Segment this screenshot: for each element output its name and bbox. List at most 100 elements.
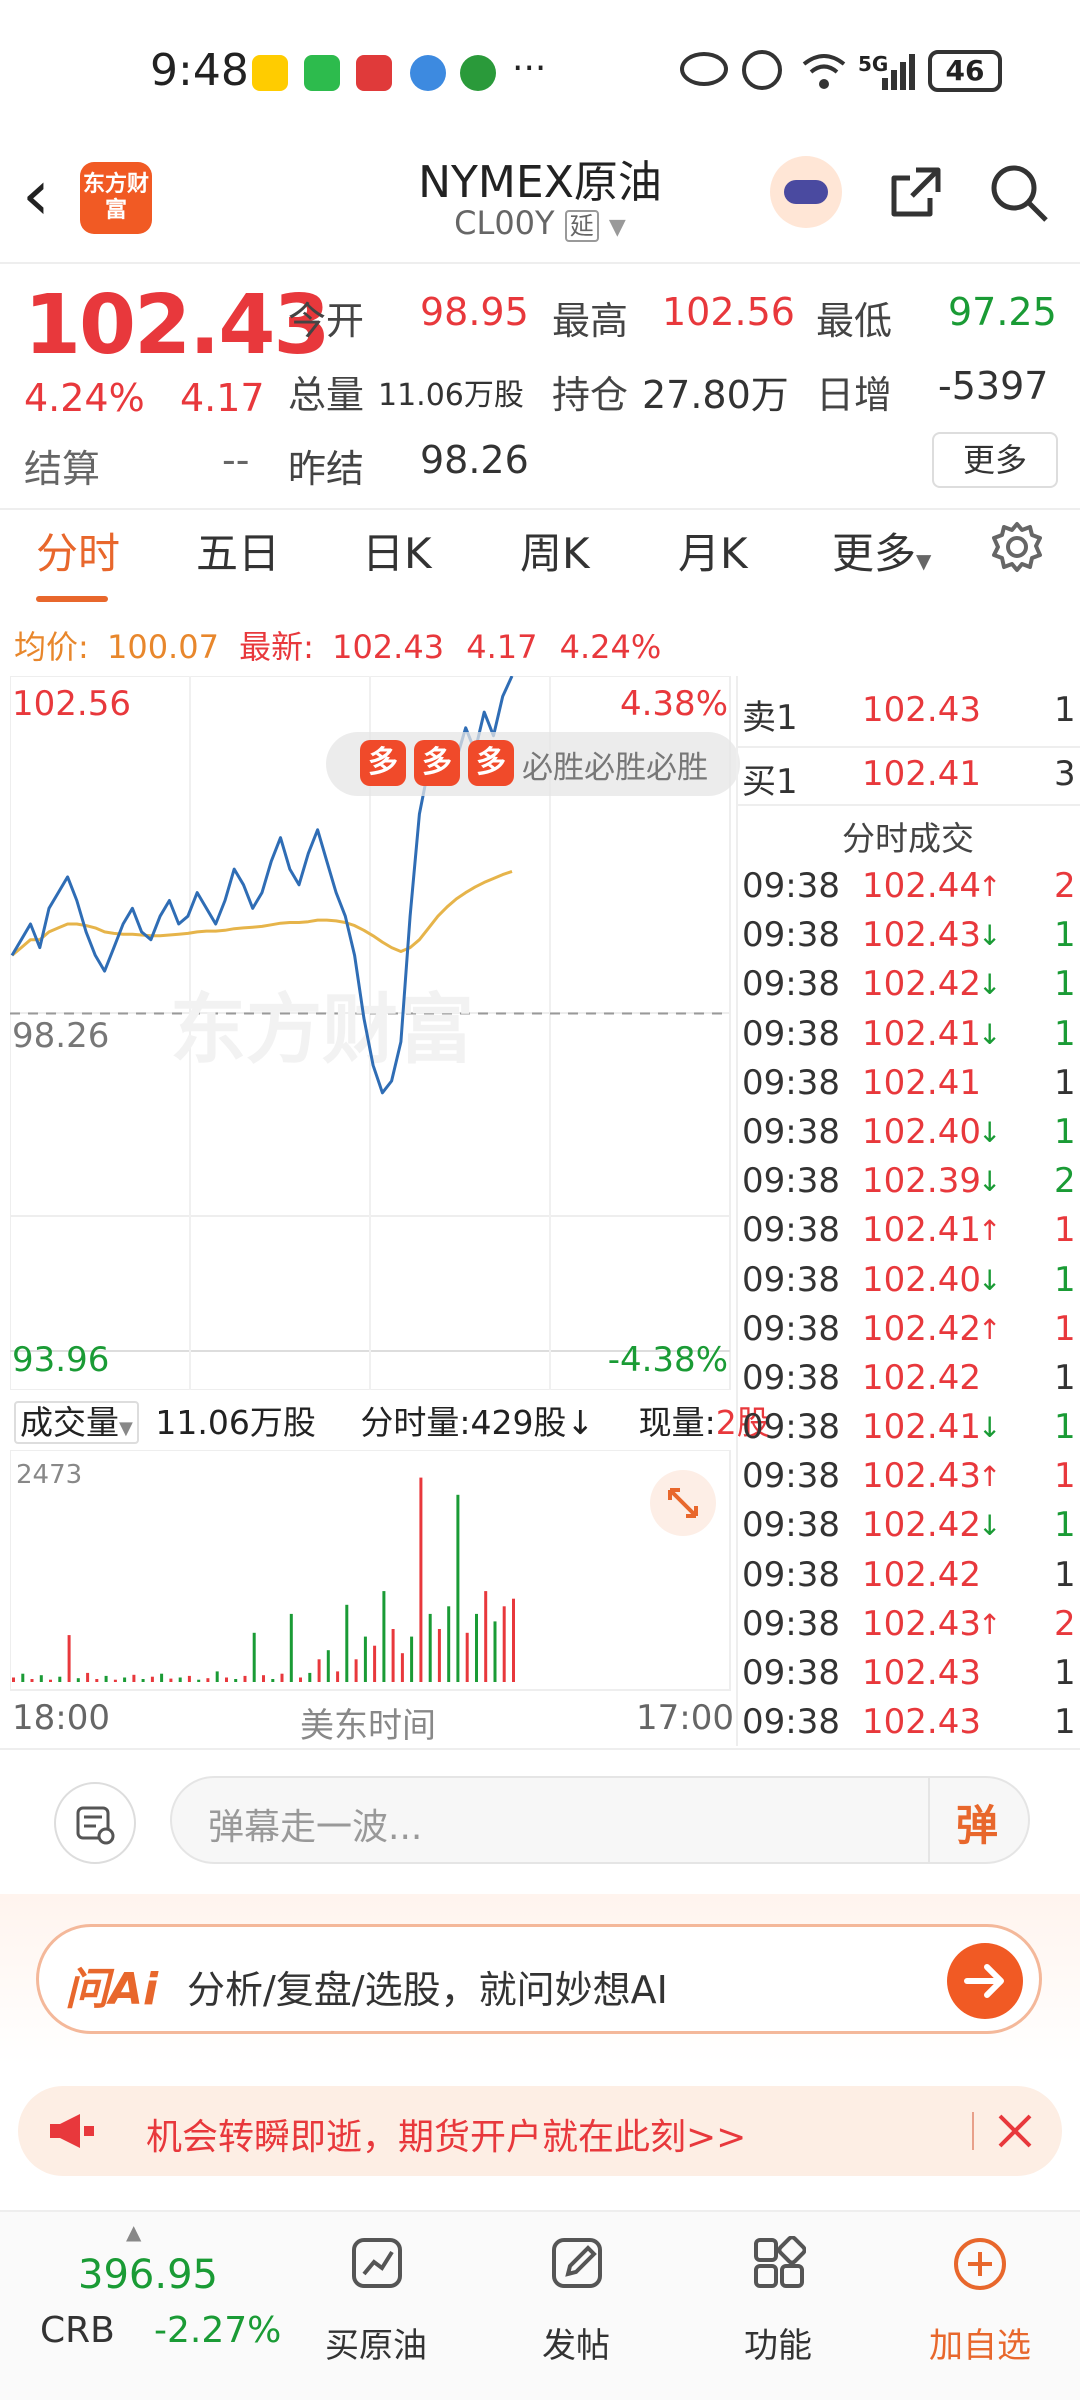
volume-bar bbox=[512, 1598, 515, 1682]
volume-frame bbox=[9, 1449, 731, 1691]
tab-more[interactable]: 更多▼ bbox=[832, 520, 931, 581]
game-icon bbox=[460, 55, 496, 91]
arrow-right-icon[interactable] bbox=[947, 1943, 1023, 2019]
daily-increase-value: -5397 bbox=[938, 364, 1049, 408]
expand-icon[interactable] bbox=[650, 1470, 716, 1536]
volume-bar bbox=[336, 1671, 340, 1682]
trade-time: 09:38 bbox=[742, 1161, 840, 1202]
arrow-down-icon: ↓ bbox=[978, 1017, 1002, 1051]
crb-index-value[interactable]: 396.95 bbox=[78, 2252, 218, 2298]
latest-price-value: 102.43 bbox=[332, 628, 445, 666]
post-edit-icon[interactable] bbox=[550, 2236, 604, 2290]
divider bbox=[0, 508, 1080, 510]
x-start-label: 18:00 bbox=[12, 1698, 110, 1738]
danmu-send-button[interactable]: 弹 bbox=[956, 1792, 998, 1853]
ai-assistant-avatar-icon[interactable] bbox=[770, 156, 842, 228]
trade-qty: 1 bbox=[1054, 1653, 1076, 1693]
battery-indicator: 46 bbox=[928, 50, 1002, 92]
volume-max-label: 2473 bbox=[16, 1460, 83, 1490]
nav-post[interactable]: 发帖 bbox=[496, 2318, 656, 2367]
volume-bar bbox=[113, 1679, 117, 1682]
pct-top-label: 4.38% bbox=[619, 684, 728, 724]
tab-daily-k[interactable]: 日K bbox=[362, 520, 432, 581]
trade-price: 102.41 bbox=[862, 1062, 981, 1103]
volume-bar bbox=[169, 1678, 173, 1682]
trade-price: 102.42 bbox=[862, 1308, 981, 1349]
nav-add-watchlist[interactable]: 加自选 bbox=[900, 2318, 1060, 2367]
x-end-label: 17:00 bbox=[636, 1698, 734, 1738]
promo-banner[interactable]: 多 多 多 必胜必胜必胜 bbox=[326, 732, 740, 796]
trade-time: 09:38 bbox=[742, 1456, 840, 1497]
trades-title: 分时成交 bbox=[842, 819, 974, 858]
wifi-icon bbox=[800, 48, 848, 92]
promo-badge: 多 bbox=[414, 740, 460, 786]
share-icon[interactable] bbox=[886, 162, 946, 222]
tab-intraday[interactable]: 分时 bbox=[36, 520, 120, 581]
contract-code-text: CL00Y bbox=[454, 204, 555, 242]
arrow-up-icon: ↑ bbox=[978, 1460, 1002, 1494]
danmu-input[interactable]: 弹幕走一波... 弹 bbox=[170, 1776, 1030, 1864]
tab-monthly-k[interactable]: 月K bbox=[678, 520, 748, 581]
trade-qty: 1 bbox=[1054, 1210, 1076, 1251]
buy-level-label: 买1 bbox=[742, 762, 798, 802]
volume-selector[interactable]: 成交量▼ bbox=[14, 1401, 139, 1444]
trade-time: 09:38 bbox=[742, 915, 840, 956]
trade-row: 09:38 102.41 ↑ 1 bbox=[742, 1210, 1080, 1259]
volume-bar bbox=[160, 1673, 164, 1682]
buy-oil-chart-icon[interactable] bbox=[350, 2236, 404, 2290]
ad-text: 机会转瞬即逝，期货开户就在此刻>> bbox=[146, 2117, 747, 2158]
search-icon[interactable] bbox=[988, 162, 1050, 224]
trade-row: 09:38 102.41 ↓ 1 bbox=[742, 1407, 1080, 1456]
volume-bar bbox=[150, 1676, 154, 1682]
trade-price: 102.43 bbox=[862, 915, 981, 956]
settle-value: -- bbox=[222, 438, 250, 482]
trade-price: 102.41 bbox=[862, 1210, 981, 1251]
change-value: 4.17 bbox=[180, 376, 265, 420]
functions-grid-icon[interactable] bbox=[752, 2235, 807, 2290]
volume-bar bbox=[493, 1621, 497, 1682]
trade-row: 09:38 102.41 ↓ 1 bbox=[742, 1014, 1080, 1063]
danmu-settings-icon[interactable] bbox=[54, 1782, 136, 1864]
tab-five-day[interactable]: 五日 bbox=[196, 520, 280, 581]
open-interest-label: 持仓 bbox=[552, 373, 629, 417]
more-quote-button[interactable]: 更多 bbox=[932, 432, 1058, 488]
trades-list: 09:38 102.44 ↑ 2 09:38 102.43 ↓ 1 09:38 102.42 ↓ 1 0… bbox=[742, 866, 1080, 1751]
nav-buy-oil[interactable]: 买原油 bbox=[296, 2318, 456, 2367]
trade-time: 09:38 bbox=[742, 866, 840, 906]
trade-time: 09:38 bbox=[742, 1062, 840, 1103]
arrow-down-icon: ↓ bbox=[978, 1263, 1002, 1297]
crb-index-name[interactable]: CRB bbox=[40, 2310, 115, 2351]
volume-bar bbox=[39, 1675, 43, 1682]
volume-chart[interactable]: 2473 bbox=[9, 1449, 734, 1694]
volume-bar bbox=[95, 1679, 99, 1682]
promo-badge: 多 bbox=[360, 740, 406, 786]
trade-price: 102.42 bbox=[862, 1554, 981, 1595]
ai-assistant-bar[interactable]: 问Ai 分析/复盘/选股，就问妙想AI bbox=[36, 1924, 1042, 2034]
divider bbox=[0, 1748, 1080, 1750]
volume-bar bbox=[132, 1674, 136, 1682]
y-bottom-label: 93.96 bbox=[12, 1340, 110, 1380]
trade-qty: 1 bbox=[1054, 915, 1076, 956]
tab-weekly-k[interactable]: 周K bbox=[520, 520, 590, 581]
pct-bottom-label: -4.38% bbox=[607, 1340, 728, 1380]
volume-bar bbox=[502, 1606, 506, 1682]
settings-gear-icon[interactable] bbox=[990, 520, 1044, 574]
volume-bar bbox=[475, 1613, 478, 1682]
ad-banner[interactable]: 机会转瞬即逝，期货开户就在此刻>> bbox=[18, 2086, 1062, 2176]
volume-bar bbox=[289, 1613, 293, 1682]
trade-qty: 1 bbox=[1054, 1308, 1076, 1349]
volume-bar bbox=[197, 1679, 201, 1682]
promo-text: 必胜必胜必胜 bbox=[522, 750, 708, 786]
nav-functions[interactable]: 功能 bbox=[698, 2318, 858, 2367]
intraday-chart[interactable]: 东方财富 102.56 4.38% 98.26 93.96 -4.38% 多 多… bbox=[9, 675, 740, 1686]
trade-time: 09:38 bbox=[742, 1111, 840, 1152]
volume-bar bbox=[141, 1679, 145, 1682]
volume-bar bbox=[299, 1677, 302, 1682]
close-icon[interactable] bbox=[990, 2106, 1040, 2156]
caret-up-icon: ▲ bbox=[126, 2220, 142, 2244]
crb-index-change[interactable]: -2.27% bbox=[154, 2310, 281, 2351]
volume-bar bbox=[363, 1636, 367, 1682]
alarm-icon bbox=[742, 50, 782, 90]
add-watchlist-plus-icon[interactable] bbox=[952, 2236, 1008, 2292]
intraday-info-line: 均价: 100.07 最新: 102.43 4.17 4.24% bbox=[14, 622, 661, 668]
